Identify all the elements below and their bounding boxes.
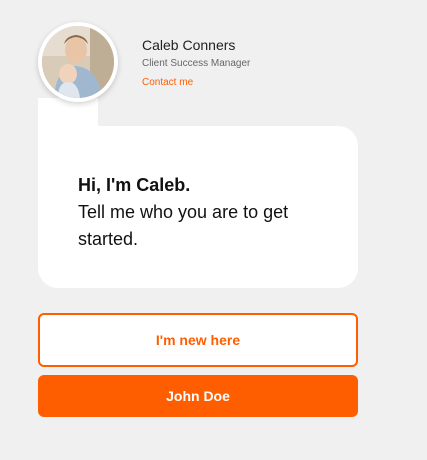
message-text: Hi, I'm Caleb. Tell me who you are to ge… <box>78 172 328 253</box>
agent-name: Caleb Conners <box>142 37 236 53</box>
agent-info: Caleb Conners Client Success Manager Con… <box>142 36 250 89</box>
new-here-button[interactable]: I'm new here <box>38 313 358 367</box>
message-body: Tell me who you are to get started. <box>78 202 289 249</box>
bubble-tail <box>38 98 98 128</box>
message-greeting: Hi, I'm Caleb. <box>78 175 191 195</box>
agent-role: Client Success Manager <box>142 58 251 69</box>
agent-photo-image <box>42 26 114 98</box>
agent-avatar <box>38 22 118 102</box>
returning-user-button[interactable]: John Doe <box>38 375 358 417</box>
agent-photo <box>42 26 114 98</box>
message-bubble: Hi, I'm Caleb. Tell me who you are to ge… <box>38 126 358 288</box>
contact-me-link[interactable]: Contact me <box>142 76 250 89</box>
